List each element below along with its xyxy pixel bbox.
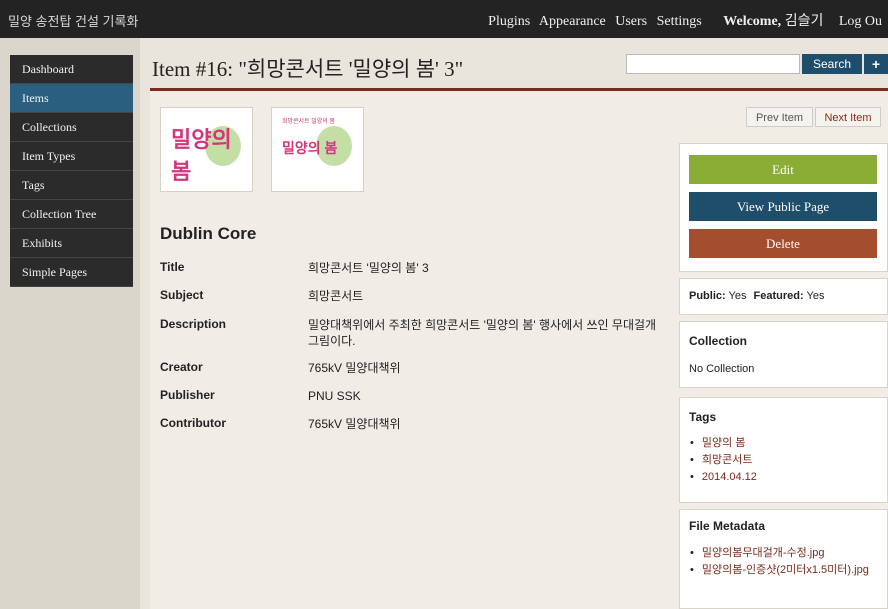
nav-appearance[interactable]: Appearance [539,14,606,29]
sidebar-item-simple-pages[interactable]: Simple Pages [10,258,133,287]
tag-list: 밀양의 봄 희망콘서트 2014.04.12 [690,435,757,486]
public-featured-status: Public: Yes Featured: Yes [689,290,824,302]
publisher-label: Publisher [160,388,215,402]
public-label: Public: [689,290,726,302]
dublin-core-heading: Dublin Core [160,224,257,243]
nav-settings[interactable]: Settings [657,14,702,29]
collection-panel [679,321,888,388]
public-value: Yes [728,290,747,302]
prev-item-button[interactable]: Prev Item [746,107,813,127]
title-value: 희망콘서트 '밀양의 봄' 3 [308,261,429,275]
tag-item[interactable]: 2014.04.12 [690,469,757,486]
creator-label: Creator [160,360,203,374]
thumbnail-2-art: 밀양의 봄 [282,140,338,156]
file-metadata-heading: File Metadata [689,519,766,533]
page-title: Item #16: "희망콘서트 '밀양의 봄' 3" [152,57,464,81]
search-button[interactable]: Search [802,54,862,74]
view-public-page-button[interactable]: View Public Page [689,192,877,221]
top-nav: Plugins Appearance Users Settings Welcom… [488,10,888,30]
search-input[interactable] [626,54,800,74]
tags-heading: Tags [689,410,717,424]
publisher-value: PNU SSK [308,389,361,403]
nav-users[interactable]: Users [615,14,647,29]
contributor-value: 765kV 밀양대책위 [308,417,401,431]
collection-heading: Collection [689,334,748,348]
file-item[interactable]: 밀양의봄무대걸개-수정.jpg [690,545,880,562]
thumbnail-2-small-text: 희망콘서트 밀양의 봄 [282,119,336,125]
username[interactable]: 김슬기 [785,14,824,29]
logout-link[interactable]: Log Ou [839,14,882,29]
next-item-button[interactable]: Next Item [815,107,881,127]
sidebar-item-collection-tree[interactable]: Collection Tree [10,200,133,229]
tag-item[interactable]: 희망콘서트 [690,452,757,469]
nav-plugins[interactable]: Plugins [488,14,530,29]
add-item-button[interactable]: + [864,54,888,74]
featured-value: Yes [806,290,825,302]
sidebar-item-item-types[interactable]: Item Types [10,142,133,171]
subject-label: Subject [160,288,204,302]
welcome-text: Welcome, 김슬기 [723,14,829,29]
edit-button[interactable]: Edit [689,155,877,184]
tag-item[interactable]: 밀양의 봄 [690,435,757,452]
description-label: Description [160,317,227,331]
sidebar-item-exhibits[interactable]: Exhibits [10,229,133,258]
thumbnail-1-art: 밀양의 봄 [171,127,232,184]
file-list: 밀양의봄무대걸개-수정.jpg 밀양의봄-인증샷(2미터x1.5미터).jpg [690,545,880,579]
contributor-label: Contributor [160,416,226,430]
top-bar: 밀양 송전탑 건설 기록화 Plugins Appearance Users S… [0,0,888,38]
sidebar-item-collections[interactable]: Collections [10,113,133,142]
file-item[interactable]: 밀양의봄-인증샷(2미터x1.5미터).jpg [690,562,880,579]
description-value: 밀양대책위에서 주최한 희망콘서트 '밀양의 봄' 행사에서 쓰인 무대걸개 그… [308,318,657,348]
sidebar-item-items[interactable]: Items [10,84,133,113]
thumbnail-2[interactable]: 희망콘서트 밀양의 봄 밀양의 봄 [271,107,364,192]
sidebar-item-tags[interactable]: Tags [10,171,133,200]
thumbnail-1[interactable]: 밀양의 봄 [160,107,253,192]
creator-value: 765kV 밀양대책위 [308,361,401,375]
featured-label: Featured: [753,290,804,302]
title-label: Title [160,260,185,274]
site-title[interactable]: 밀양 송전탑 건설 기록화 [8,11,138,30]
subject-value: 희망콘서트 [308,289,364,303]
sidebar-item-dashboard[interactable]: Dashboard [10,55,133,84]
welcome-label: Welcome, [723,14,782,29]
sidebar: Dashboard Items Collections Item Types T… [10,55,133,287]
delete-button[interactable]: Delete [689,229,877,258]
collection-value: No Collection [689,363,755,375]
